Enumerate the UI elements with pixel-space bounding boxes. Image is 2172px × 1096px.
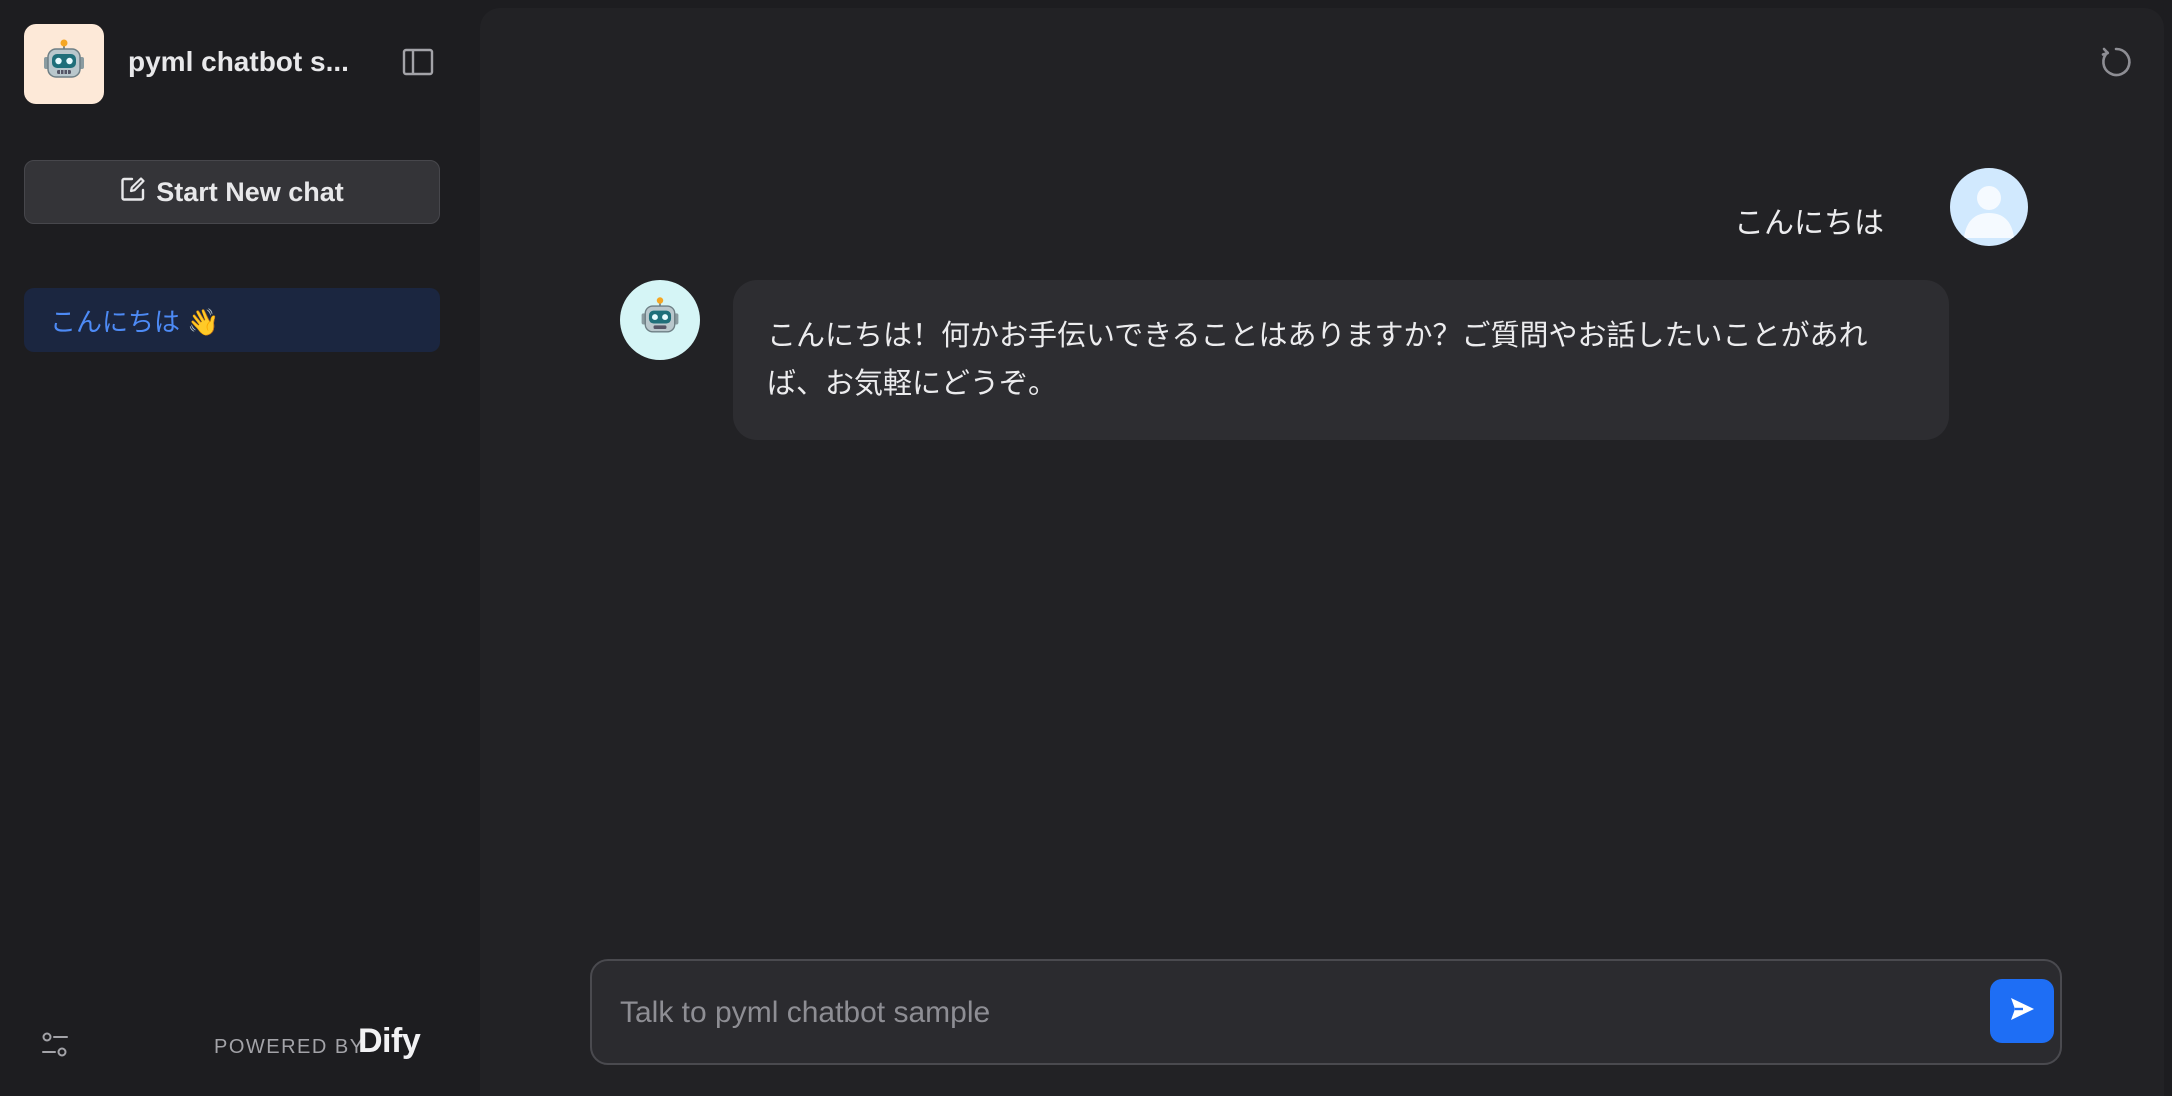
chat-composer: [590, 959, 2062, 1065]
settings-sliders-icon: [40, 1030, 70, 1065]
conversation-item[interactable]: こんにちは 👋: [24, 288, 440, 352]
powered-by-label: POWERED BY: [214, 1036, 365, 1058]
assistant-message-text: こんにちは！何かお手伝いできることはありますか？ご質問やお話したいことがあれば、…: [767, 320, 1868, 400]
app-logo: [24, 24, 104, 104]
chat-panel: こんにちは こんにちは！何かお手伝いできることはありますか？ご質問やお話したいこ…: [480, 8, 2164, 1096]
bot-avatar: [620, 280, 700, 360]
start-new-chat-label: Start New chat: [156, 176, 344, 207]
app-window: pyml chatbot s... Start New chat こんにちは 👋: [0, 0, 2172, 1096]
start-new-chat-button[interactable]: Start New chat: [24, 160, 440, 224]
robot-icon: [637, 295, 683, 346]
settings-button[interactable]: [38, 1030, 72, 1064]
collapse-sidebar-button[interactable]: [398, 46, 438, 82]
dify-logo[interactable]: Dify: [358, 1022, 421, 1061]
edit-icon: [120, 176, 146, 209]
send-button[interactable]: [1990, 979, 2054, 1043]
sidebar: pyml chatbot s... Start New chat こんにちは 👋: [0, 0, 478, 1096]
reset-conversation-button[interactable]: [2094, 42, 2138, 86]
sidebar-toggle-icon: [402, 48, 434, 81]
user-message: こんにちは: [1734, 207, 1884, 240]
send-icon: [2007, 994, 2037, 1029]
chat-input[interactable]: [618, 991, 1938, 1035]
refresh-icon: [2098, 44, 2134, 85]
robot-icon: [39, 37, 89, 92]
assistant-message: こんにちは！何かお手伝いできることはありますか？ご質問やお話したいことがあれば、…: [733, 280, 1949, 440]
conversation-item-label: こんにちは 👋: [50, 306, 220, 337]
user-avatar-icon: [1950, 186, 2028, 246]
app-title: pyml chatbot s...: [128, 46, 349, 77]
user-avatar: [1950, 168, 2028, 246]
